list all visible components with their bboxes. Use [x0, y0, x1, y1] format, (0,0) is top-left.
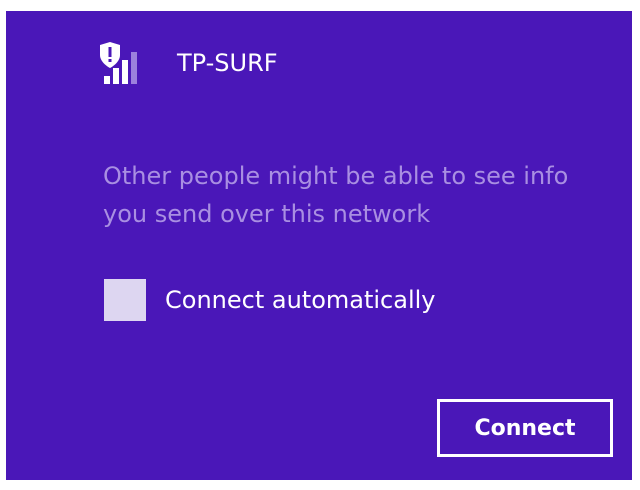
- security-warning-text: Other people might be able to see info y…: [103, 162, 569, 228]
- wifi-signal-graphic: [100, 42, 137, 84]
- shield-warning-icon: [100, 42, 120, 68]
- auto-connect-checkbox[interactable]: [104, 279, 146, 321]
- network-header: [98, 42, 158, 92]
- auto-connect-label[interactable]: Connect automatically: [165, 285, 435, 315]
- connect-button[interactable]: Connect: [437, 399, 613, 457]
- network-ssid: TP-SURF: [177, 49, 278, 77]
- wifi-signal-icon: [98, 42, 158, 92]
- auto-connect-row[interactable]: Connect automatically: [104, 279, 435, 321]
